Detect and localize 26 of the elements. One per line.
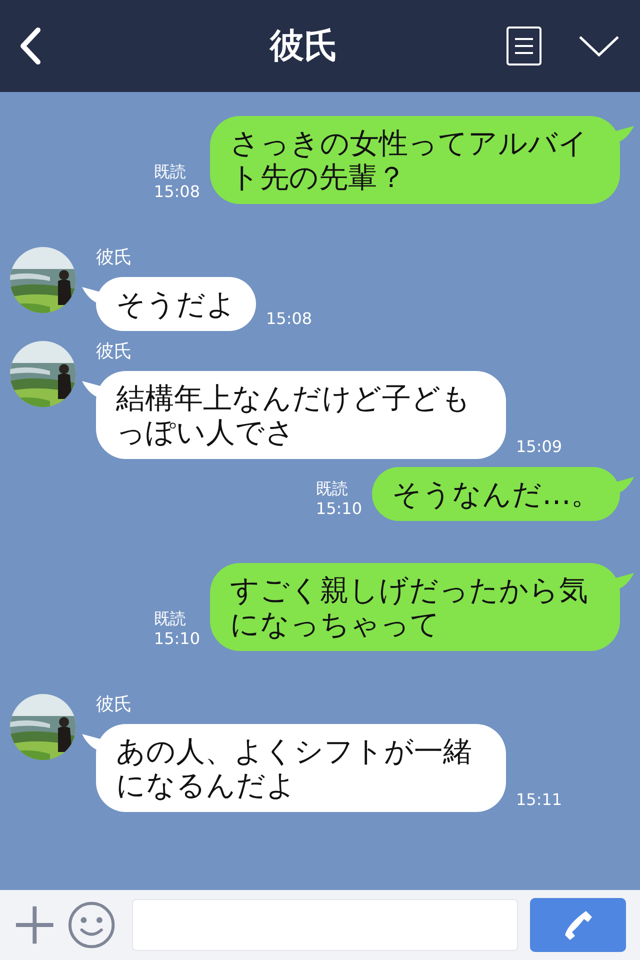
chat-title: 彼氏: [270, 24, 338, 68]
message-time: 15:10: [154, 629, 200, 649]
message-time: 15:11: [516, 790, 562, 811]
message-text: すごく親しげだったから気になっちゃって: [230, 573, 588, 641]
emoji-icon[interactable]: [67, 900, 116, 950]
read-receipt: 既読: [154, 609, 187, 629]
back-icon[interactable]: [18, 26, 42, 66]
read-receipt: 既読: [316, 479, 349, 499]
message-text: そうなんだ…。: [392, 477, 600, 511]
message-text: あの人、よくシフトが一緒になるんだよ: [116, 734, 472, 802]
sender-name: 彼氏: [96, 247, 133, 269]
menu-icon[interactable]: [506, 26, 542, 66]
plus-icon[interactable]: [14, 904, 56, 946]
message-time: 15:10: [316, 499, 362, 519]
message-time: 15:08: [154, 182, 200, 202]
call-button[interactable]: [530, 898, 626, 952]
message-text: 結構年上なんだけど子どもっぽい人でさ: [116, 381, 471, 449]
read-receipt: 既読: [154, 162, 187, 182]
chevron-down-icon[interactable]: [578, 35, 620, 57]
message-time: 15:08: [266, 309, 312, 330]
sender-name: 彼氏: [96, 694, 133, 716]
message-text: そうだよ: [116, 287, 236, 321]
message-text: さっきの女性ってアルバイト先の先輩？: [230, 126, 588, 194]
message-time: 15:09: [516, 437, 562, 458]
sender-name: 彼氏: [96, 341, 133, 363]
message-input[interactable]: [132, 899, 518, 951]
